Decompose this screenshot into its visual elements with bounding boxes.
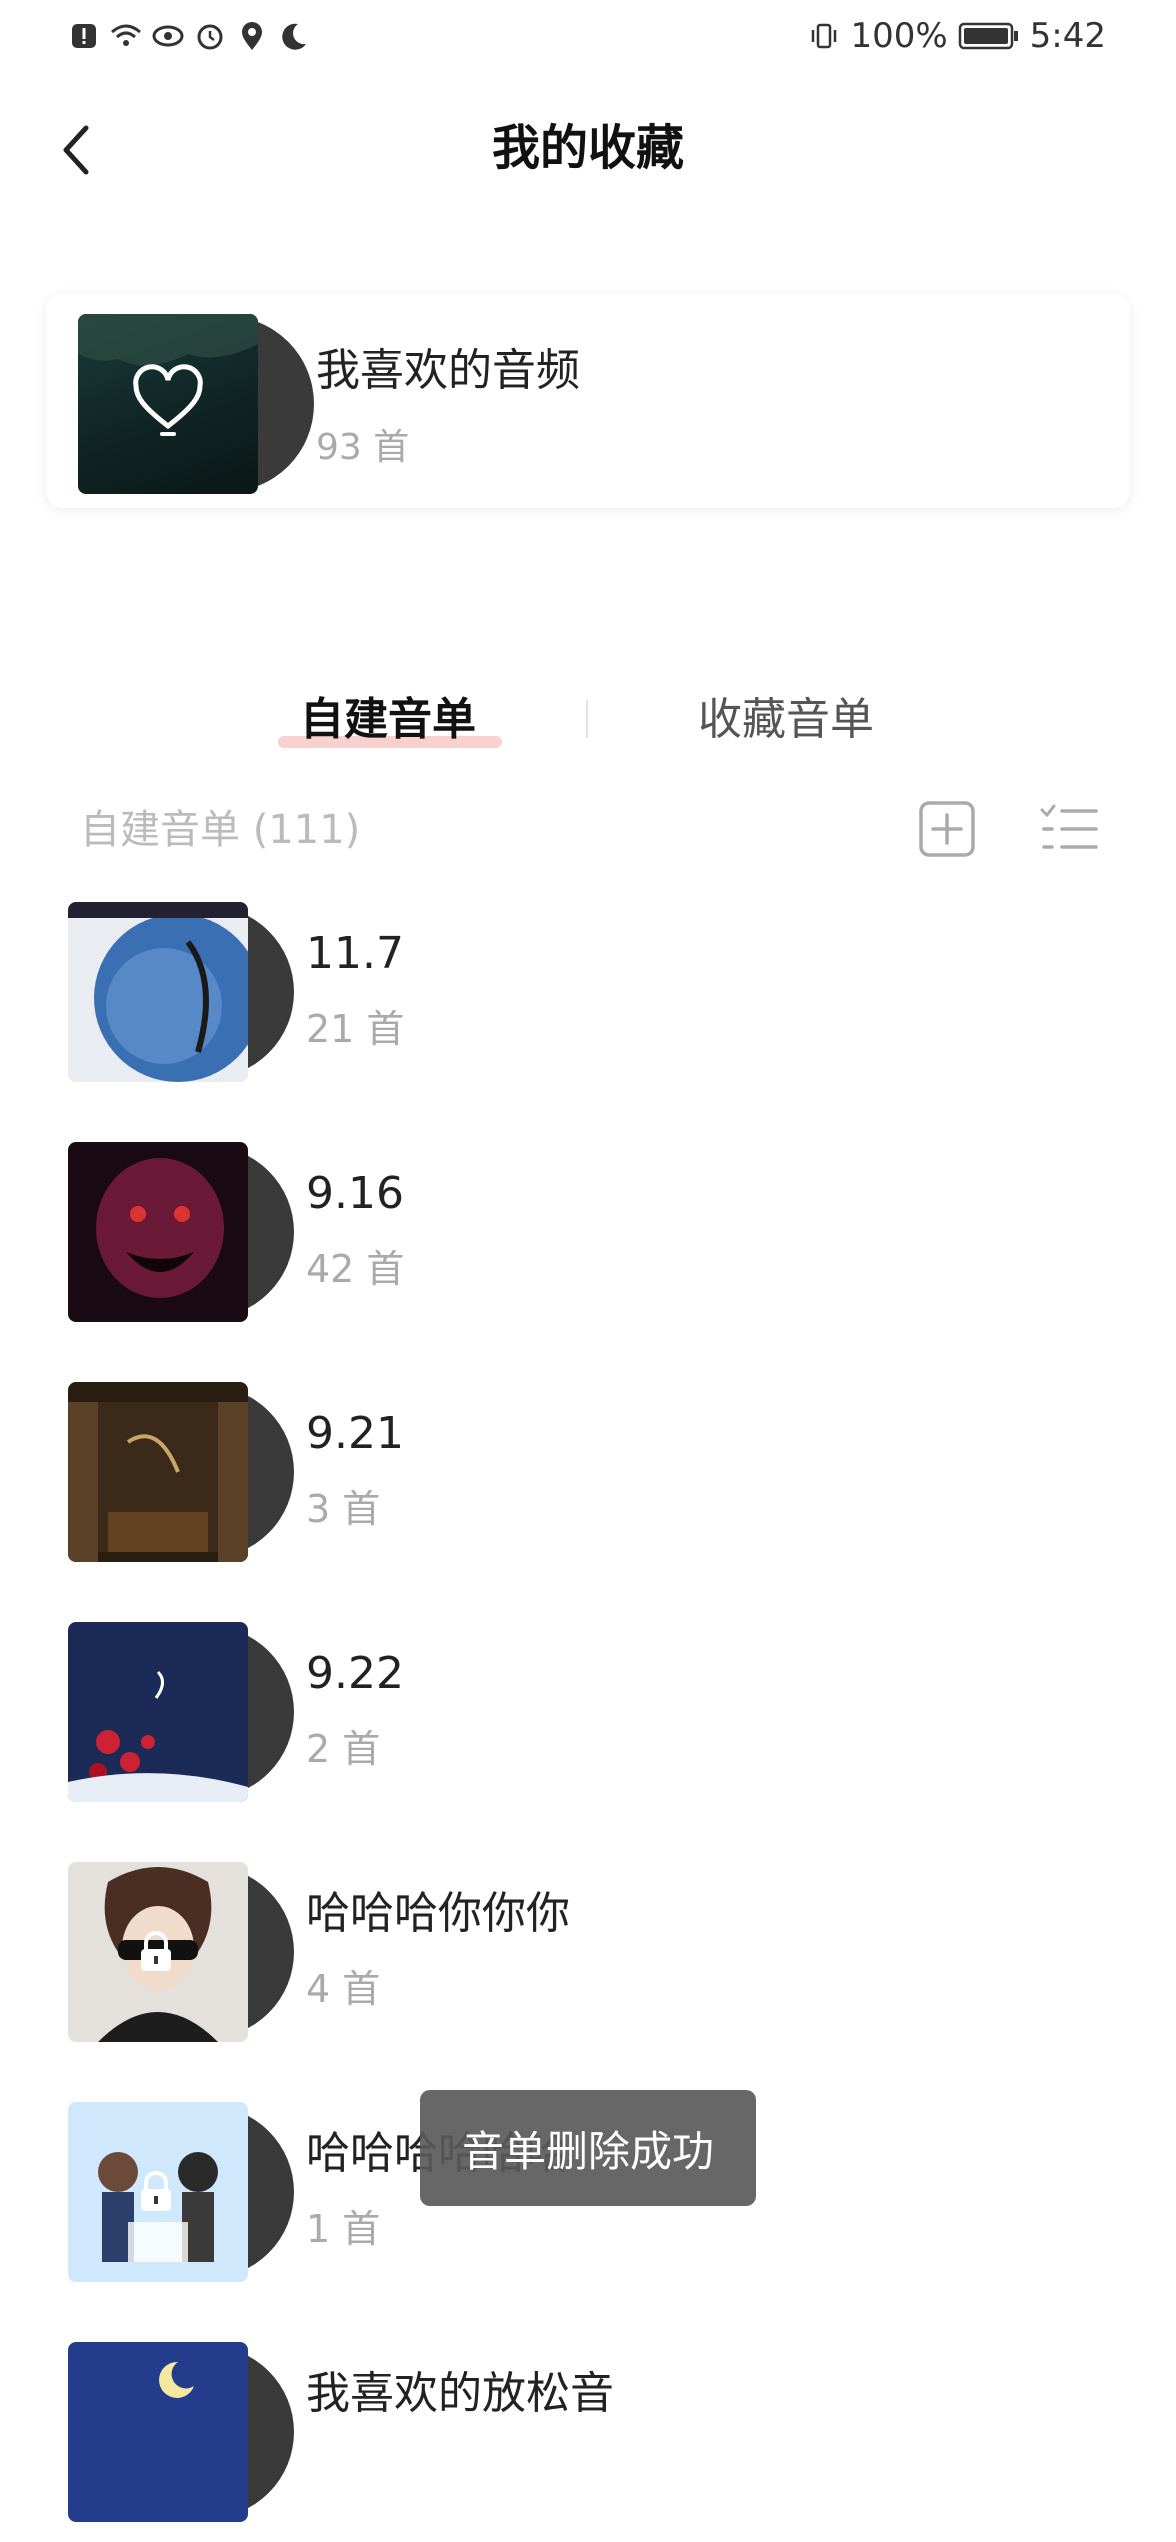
battery-icon (958, 22, 1018, 50)
tab-collected-playlists[interactable]: 收藏音单 (698, 690, 874, 750)
playlist-row[interactable]: 11.7 21 首 (0, 902, 1176, 1102)
tab-divider (586, 700, 588, 738)
lock-icon (141, 2171, 171, 2211)
playlist-title: 哈哈哈你你你 (306, 1888, 570, 1939)
playlist-row[interactable]: 9.22 2 首 (0, 1622, 1176, 1822)
playlist-title: 9.16 (306, 1168, 404, 1219)
playlist-cover (68, 1862, 248, 2042)
alert-icon (72, 24, 96, 48)
playlist-cover (68, 1382, 248, 1562)
wifi-icon (111, 24, 141, 46)
clock: 5:42 (1029, 16, 1106, 56)
playlist-count: 42 首 (306, 1247, 405, 1291)
eye-icon (152, 25, 184, 47)
playlist-cover (68, 902, 248, 1082)
playlist-title: 11.7 (306, 928, 404, 979)
playlist-title: 9.21 (306, 1408, 404, 1459)
favorites-title: 我喜欢的音频 (316, 345, 580, 396)
lock-icon (141, 1931, 171, 1971)
battery-percent: 100% (850, 16, 948, 56)
heart-icon (78, 314, 258, 436)
playlist-row[interactable]: 9.16 42 首 (0, 1142, 1176, 1342)
playlist-row[interactable]: 我喜欢的放松音 (0, 2342, 1176, 2542)
playlist-count: 21 首 (306, 1007, 405, 1051)
playlist-count: 3 首 (306, 1487, 381, 1531)
location-icon (242, 22, 262, 50)
add-playlist-icon[interactable] (918, 800, 976, 858)
favorites-card[interactable]: 我喜欢的音频 93 首 (46, 294, 1130, 508)
playlist-count: 2 首 (306, 1727, 381, 1771)
multi-select-icon[interactable] (1038, 800, 1100, 858)
playlist-row[interactable]: 9.21 3 首 (0, 1382, 1176, 1582)
tab-own-playlists[interactable]: 自建音单 (300, 690, 476, 750)
section-label: 自建音单 (111) (80, 807, 361, 853)
playlist-count: 1 首 (306, 2207, 381, 2251)
moon-icon (282, 23, 306, 50)
alarm-icon (197, 24, 223, 50)
favorites-cover (78, 314, 258, 494)
playlist-count: 4 首 (306, 1967, 381, 2011)
playlist-title: 我喜欢的放松音 (306, 2368, 614, 2419)
vibrate-icon (812, 23, 837, 49)
favorites-count: 93 首 (316, 427, 410, 468)
status-icons-left (68, 14, 310, 58)
playlist-cover (68, 2342, 248, 2522)
playlist-row[interactable]: 哈哈哈你你你 4 首 (0, 1862, 1176, 2062)
status-bar: 100% 5:42 (0, 0, 1176, 72)
playlist-cover (68, 1142, 248, 1322)
playlist-title: 9.22 (306, 1648, 404, 1699)
playlist-cover (68, 2102, 248, 2282)
status-right: 100% 5:42 (808, 14, 1106, 58)
toast-message: 音单删除成功 (420, 2090, 756, 2206)
playlist-cover (68, 1622, 248, 1802)
page-title: 我的收藏 (491, 120, 684, 176)
